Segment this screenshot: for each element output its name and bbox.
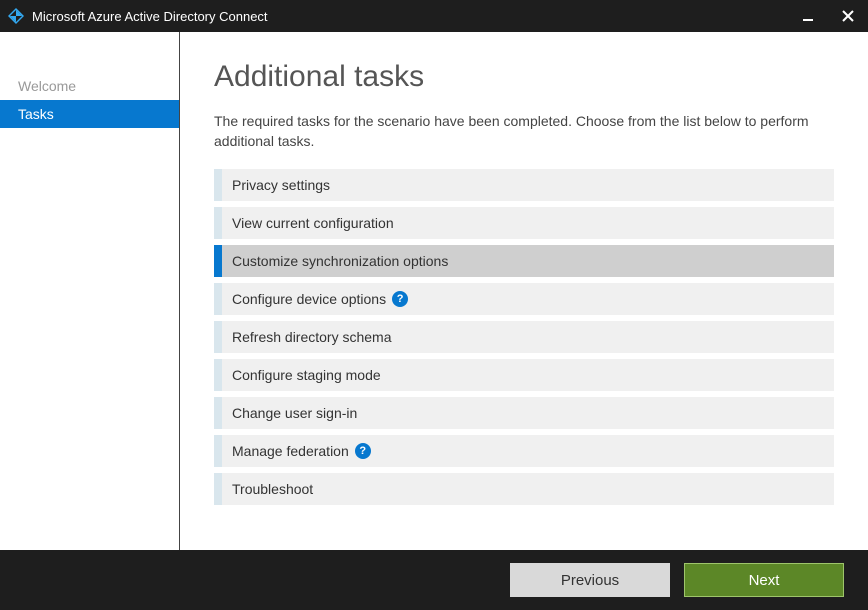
task-label: View current configuration [232, 215, 394, 231]
azure-logo-icon [8, 8, 24, 24]
task-label: Customize synchronization options [232, 253, 448, 269]
task-privacy-settings[interactable]: Privacy settings [214, 169, 834, 201]
task-label: Manage federation [232, 443, 349, 459]
page-description: The required tasks for the scenario have… [214, 112, 834, 151]
task-label: Configure staging mode [232, 367, 381, 383]
task-list: Privacy settings View current configurat… [214, 169, 834, 505]
task-configure-device-options[interactable]: Configure device options ? [214, 283, 834, 315]
task-configure-staging-mode[interactable]: Configure staging mode [214, 359, 834, 391]
button-label: Next [749, 572, 780, 589]
task-label: Configure device options [232, 291, 386, 307]
task-refresh-directory-schema[interactable]: Refresh directory schema [214, 321, 834, 353]
task-label: Change user sign-in [232, 405, 357, 421]
task-manage-federation[interactable]: Manage federation ? [214, 435, 834, 467]
button-label: Previous [561, 572, 619, 589]
task-troubleshoot[interactable]: Troubleshoot [214, 473, 834, 505]
sidebar-item-label: Welcome [18, 78, 76, 94]
previous-button[interactable]: Previous [510, 563, 670, 597]
task-label: Troubleshoot [232, 481, 313, 497]
close-button[interactable] [828, 0, 868, 32]
task-label: Privacy settings [232, 177, 330, 193]
help-icon[interactable]: ? [355, 443, 371, 459]
task-view-current-configuration[interactable]: View current configuration [214, 207, 834, 239]
sidebar-item-tasks[interactable]: Tasks [0, 100, 179, 128]
window-controls [788, 0, 868, 32]
next-button[interactable]: Next [684, 563, 844, 597]
task-label: Refresh directory schema [232, 329, 392, 345]
sidebar-item-welcome[interactable]: Welcome [0, 72, 179, 100]
footer: Previous Next [0, 550, 868, 610]
sidebar: Welcome Tasks [0, 32, 180, 550]
task-change-user-sign-in[interactable]: Change user sign-in [214, 397, 834, 429]
titlebar: Microsoft Azure Active Directory Connect [0, 0, 868, 32]
help-icon[interactable]: ? [392, 291, 408, 307]
task-customize-synchronization-options[interactable]: Customize synchronization options [214, 245, 834, 277]
minimize-button[interactable] [788, 0, 828, 32]
page-heading: Additional tasks [214, 60, 834, 94]
body: Welcome Tasks Additional tasks The requi… [0, 32, 868, 550]
main-panel: Additional tasks The required tasks for … [180, 32, 868, 550]
sidebar-item-label: Tasks [18, 106, 54, 122]
window-title: Microsoft Azure Active Directory Connect [32, 9, 788, 24]
